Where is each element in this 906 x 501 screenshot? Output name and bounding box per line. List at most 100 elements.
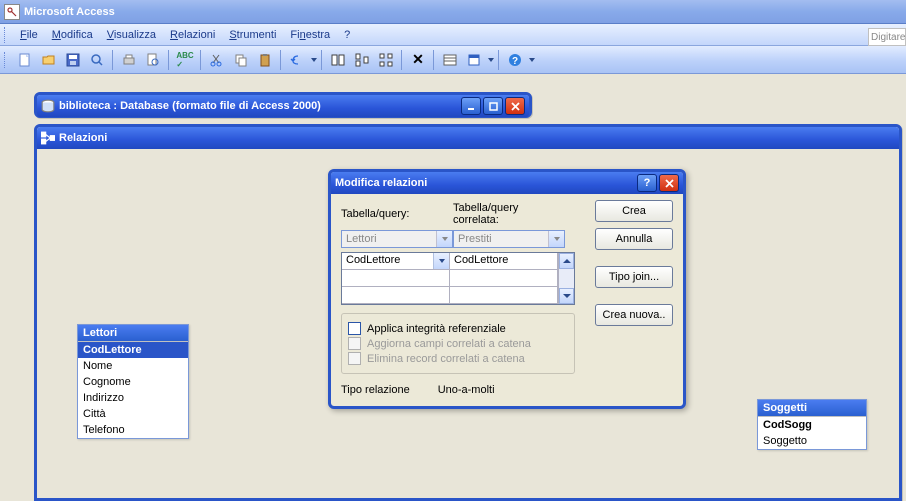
empty-field-cell[interactable]	[450, 287, 558, 304]
biblioteca-maximize-button[interactable]	[483, 97, 503, 115]
paste-button[interactable]	[254, 49, 276, 71]
menu-modifica[interactable]: Modifica	[46, 27, 99, 43]
tablebox-lettori[interactable]: Lettori CodLettore Nome Cognome Indirizz…	[77, 324, 189, 439]
tablebox-soggetti[interactable]: Soggetti CodSogg Soggetto	[757, 399, 867, 450]
toolbar-separator	[200, 50, 202, 70]
workspace: biblioteca : Database (formato file di A…	[0, 74, 906, 501]
toolbar-separator	[321, 50, 323, 70]
app-titlebar: Microsoft Access	[0, 0, 906, 24]
checkbox-delete-label: Elimina record correlati a catena	[367, 353, 525, 365]
cut-button[interactable]	[206, 49, 228, 71]
right-table-combo[interactable]: Prestiti	[453, 230, 565, 248]
svg-text:?: ?	[512, 56, 518, 67]
relationships-icon	[41, 131, 55, 145]
empty-field-cell[interactable]	[342, 270, 450, 287]
copy-icon	[234, 53, 248, 67]
field-codlettore[interactable]: CodLettore	[78, 342, 188, 358]
datasheet-button[interactable]	[439, 49, 461, 71]
save-button[interactable]	[62, 49, 84, 71]
spellcheck-button[interactable]: ABC✓	[174, 49, 196, 71]
show-direct-button[interactable]	[351, 49, 373, 71]
cut-icon	[210, 53, 224, 67]
show-table-button[interactable]	[327, 49, 349, 71]
window-biblioteca: biblioteca : Database (formato file di A…	[34, 92, 532, 118]
grid-scrollbar[interactable]	[558, 253, 574, 304]
empty-field-cell[interactable]	[450, 270, 558, 287]
cancel-button[interactable]: Annulla	[595, 228, 673, 250]
createnew-button[interactable]: Crea nuova..	[595, 304, 673, 326]
dialog-titlebar[interactable]: Modifica relazioni ?	[331, 172, 683, 194]
dialog-help-button[interactable]: ?	[637, 174, 657, 192]
tablebox-soggetti-title: Soggetti	[758, 400, 866, 416]
help-dropdown[interactable]	[528, 49, 535, 71]
new-button[interactable]	[14, 49, 36, 71]
tablebox-lettori-title: Lettori	[78, 325, 188, 341]
show-all-icon	[379, 53, 393, 67]
field-mapping-grid: CodLettore CodLettore	[341, 252, 575, 305]
show-all-button[interactable]	[375, 49, 397, 71]
new-icon	[18, 53, 32, 67]
checkbox-icon	[348, 337, 361, 350]
toolbar-separator	[401, 50, 403, 70]
header-right-table: Tabella/query correlata:	[453, 202, 565, 226]
clear-layout-button[interactable]: ✕	[407, 49, 429, 71]
left-table-combo[interactable]: Lettori	[341, 230, 453, 248]
jointype-button[interactable]: Tipo join...	[595, 266, 673, 288]
field-telefono[interactable]: Telefono	[78, 422, 188, 438]
tablebox-soggetti-fields: CodSogg Soggetto	[758, 416, 866, 449]
ask-question-placeholder: Digitare	[871, 32, 905, 43]
undo-button[interactable]	[286, 49, 308, 71]
empty-field-cell[interactable]	[342, 287, 450, 304]
field-codsogg[interactable]: CodSogg	[758, 417, 866, 433]
menu-relazioni[interactable]: Relazioni	[164, 27, 221, 43]
reltype-label: Tipo relazione	[341, 384, 410, 396]
header-left-table: Tabella/query:	[341, 208, 453, 220]
field-cognome[interactable]: Cognome	[78, 374, 188, 390]
chevron-down-icon	[548, 231, 564, 247]
scroll-up-button[interactable]	[559, 253, 574, 269]
field-indirizzo[interactable]: Indirizzo	[78, 390, 188, 406]
help-button[interactable]: ?	[504, 49, 526, 71]
field-citta[interactable]: Città	[78, 406, 188, 422]
menu-finestra[interactable]: Finestra	[284, 27, 336, 43]
biblioteca-title: biblioteca : Database (formato file di A…	[59, 100, 321, 112]
print-preview-button[interactable]	[142, 49, 164, 71]
reltype-value: Uno-a-molti	[438, 384, 495, 396]
relationship-type-row: Tipo relazione Uno-a-molti	[341, 384, 575, 396]
search-button[interactable]	[86, 49, 108, 71]
right-field-value: CodLettore	[454, 254, 508, 266]
toolbar-separator	[112, 50, 114, 70]
left-field-cell[interactable]: CodLettore	[342, 253, 450, 270]
new-object-icon	[467, 53, 481, 67]
biblioteca-close-button[interactable]	[505, 97, 525, 115]
dialog-title: Modifica relazioni	[335, 177, 427, 189]
ask-question-input[interactable]: Digitare	[868, 28, 906, 46]
menu-help[interactable]: ?	[338, 27, 356, 43]
undo-dropdown[interactable]	[310, 49, 317, 71]
menu-visualizza[interactable]: Visualizza	[101, 27, 162, 43]
copy-button[interactable]	[230, 49, 252, 71]
field-nome[interactable]: Nome	[78, 358, 188, 374]
menu-file[interactable]: FFileile	[14, 27, 44, 43]
print-button[interactable]	[118, 49, 140, 71]
tablebox-lettori-fields: CodLettore Nome Cognome Indirizzo Città …	[78, 341, 188, 438]
right-field-cell[interactable]: CodLettore	[450, 253, 558, 270]
menubar-grip-icon	[4, 27, 8, 43]
create-button[interactable]: Crea	[595, 200, 673, 222]
biblioteca-minimize-button[interactable]	[461, 97, 481, 115]
relazioni-titlebar[interactable]: Relazioni	[37, 127, 899, 149]
checkbox-integrity-label: Applica integrità referenziale	[367, 323, 506, 335]
new-object-button[interactable]	[463, 49, 485, 71]
chevron-down-icon	[436, 231, 452, 247]
app-title: Microsoft Access	[24, 6, 115, 18]
menu-strumenti[interactable]: Strumenti	[223, 27, 282, 43]
checkbox-integrity[interactable]: Applica integrità referenziale	[348, 322, 568, 335]
toolbar-grip-icon	[4, 52, 8, 68]
chevron-down-icon[interactable]	[433, 253, 449, 269]
open-button[interactable]	[38, 49, 60, 71]
field-soggetto[interactable]: Soggetto	[758, 433, 866, 449]
biblioteca-titlebar[interactable]: biblioteca : Database (formato file di A…	[37, 95, 529, 117]
scroll-down-button[interactable]	[559, 288, 574, 304]
new-object-dropdown[interactable]	[487, 49, 494, 71]
dialog-close-button[interactable]	[659, 174, 679, 192]
